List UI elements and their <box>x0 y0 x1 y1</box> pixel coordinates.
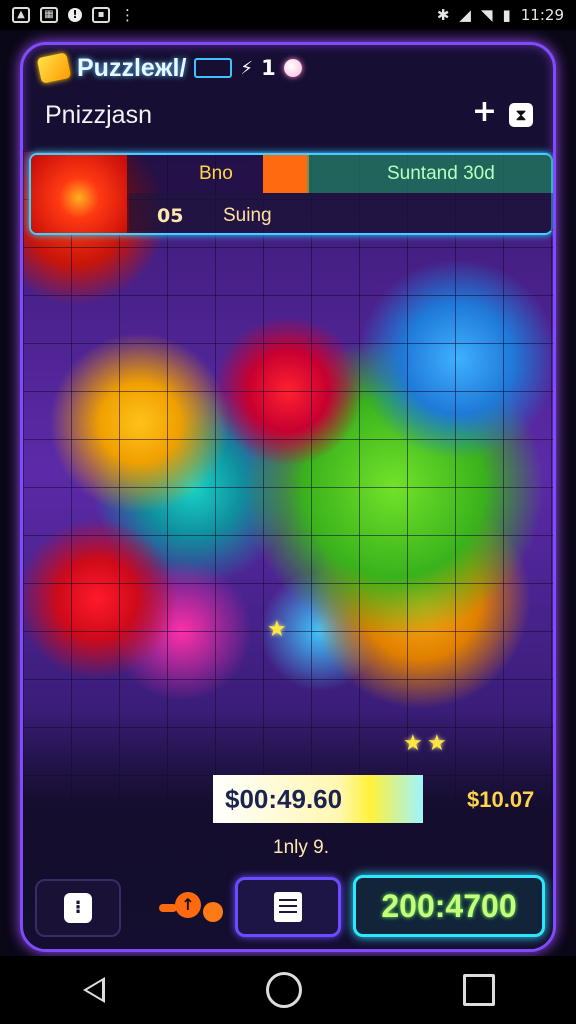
star-icon: ★ <box>403 731 423 756</box>
coin-count: 1 <box>261 56 276 80</box>
puzzle-name: Pnizzjasn <box>45 101 152 129</box>
system-icons: ✱ ◢ ◥ ▮ 11:29 <box>437 6 564 24</box>
signal-icon: ◢ <box>459 6 471 24</box>
image-icon: ▲ <box>12 7 30 23</box>
battery-icon: ▮ <box>502 6 511 24</box>
app-title: Puzzleжl/ <box>77 53 187 82</box>
list-icon <box>274 892 302 922</box>
alert-icon: ! <box>68 8 82 22</box>
star-icon: ★ <box>267 617 287 642</box>
level-badge-icon <box>194 58 233 78</box>
info-value-right: Suing <box>223 205 272 226</box>
info-label-right: Suntand 30d <box>387 163 495 184</box>
timer-value: 200:4700 <box>381 887 517 924</box>
hint-button[interactable]: ↑ <box>133 879 237 937</box>
more-icon: ⋮ <box>120 6 135 24</box>
app-window: Puzzleжl/ ⚡ 1 Pnizzjasn + ⧗ ★ ★ ★ Bno Su… <box>20 42 556 952</box>
hourglass-button[interactable]: ⧗ <box>509 103 533 127</box>
color-swatch-red <box>31 155 127 233</box>
puzzle-board[interactable]: ★ ★ ★ <box>23 151 553 949</box>
price-alt: $10.07 <box>467 787 535 812</box>
home-icon[interactable] <box>265 972 302 1008</box>
chat-button[interactable]: ⁝ <box>35 879 121 937</box>
hint-icon: ↑ <box>155 892 223 924</box>
bolt-icon: ⚡ <box>240 57 254 79</box>
back-icon[interactable] <box>81 976 105 1004</box>
color-swatch-orange <box>263 155 309 193</box>
app-title-bar: Puzzleжl/ ⚡ 1 <box>36 51 302 85</box>
app-logo-icon <box>36 52 72 84</box>
menu-button[interactable] <box>235 877 341 937</box>
price-value: $00:49.60 <box>225 783 343 814</box>
add-button[interactable]: + <box>472 97 497 127</box>
app-icon: ▪ <box>92 7 110 23</box>
info-panel: Bno Suntand 30d 05 Suing <box>29 153 553 235</box>
recents-icon[interactable] <box>463 974 496 1006</box>
caption-text: 1nly 9. <box>273 837 329 858</box>
wifi-icon: ◥ <box>480 6 493 24</box>
info-value-left: 05 <box>157 205 184 227</box>
price-bar[interactable]: $00:49.60 <box>213 775 423 823</box>
orb-icon[interactable] <box>283 59 302 77</box>
timer-display[interactable]: 200:4700 <box>353 875 545 937</box>
info-label-left: Bno <box>199 163 233 184</box>
gallery-icon: ▦ <box>40 7 58 23</box>
status-bar: ▲ ▦ ! ▪ ⋮ ✱ ◢ ◥ ▮ 11:29 <box>0 0 576 30</box>
notification-icons: ▲ ▦ ! ▪ ⋮ <box>12 6 135 24</box>
info-row <box>129 193 553 231</box>
chat-icon: ⁝ <box>64 893 92 923</box>
system-nav-bar <box>0 956 576 1024</box>
status-time: 11:29 <box>520 6 564 24</box>
star-icon: ★ <box>427 731 447 756</box>
bluetooth-icon: ✱ <box>436 6 450 24</box>
